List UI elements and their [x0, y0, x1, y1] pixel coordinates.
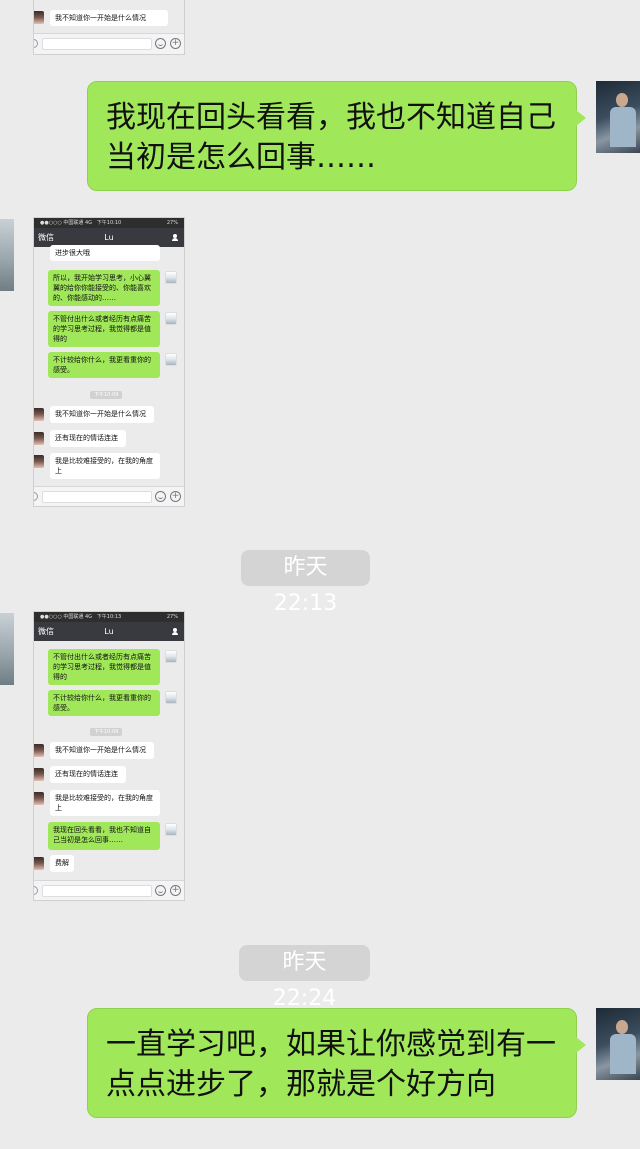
timestamp: 昨天 22:24 [239, 945, 370, 1011]
emoji-icon [155, 491, 166, 502]
received-message: 还有现在的情话连连 [50, 430, 126, 447]
my-avatar-small [165, 691, 177, 704]
sent-message: 所以，我开始学习思考，小心翼翼的给你你能接受的、你能喜欢的、你能感动的…… [48, 270, 160, 306]
contact-avatar-small [34, 768, 44, 781]
battery-level: 27% [166, 220, 178, 226]
my-avatar-small [165, 823, 177, 836]
contact-avatar-small [34, 744, 44, 757]
sent-message: 不计较给你什么，我更看重你的感受。 [48, 690, 160, 716]
emoji-icon [155, 885, 166, 896]
message-input [42, 38, 152, 50]
received-message: 我是比较难接受的，在我的角度上 [50, 790, 160, 816]
plus-icon: + [170, 491, 181, 502]
timestamp: 昨天 22:13 [241, 550, 370, 616]
received-message: 我不知道你一开始是什么情况 [50, 406, 154, 423]
plus-icon: + [170, 38, 181, 49]
voice-icon [34, 886, 38, 895]
status-bar: ●●○○○ 中国联通 4G 下午10:13 27% [34, 612, 184, 622]
embedded-screenshot-top: 我不知道你一开始是什么情况 + [33, 0, 185, 55]
received-message: 还有现在的情话连连 [50, 766, 126, 783]
my-avatar-small [165, 271, 177, 284]
contact-avatar-small [34, 455, 44, 468]
received-message: 费解 [50, 855, 74, 872]
contact-avatar[interactable] [0, 613, 14, 685]
contact-avatar[interactable] [0, 219, 14, 291]
status-bar: ●●○○○ 中国联通 4G 下午10:10 27% [34, 218, 184, 228]
sent-message: 一直学习吧，如果让你感觉到有一点点进步了，那就是个好方向 [87, 1008, 586, 1118]
sent-message: 不管付出什么或者经历有点痛苦的学习思考过程，我觉得都是值得的 [48, 649, 160, 685]
sent-message: 不计较给你什么，我更看重你的感受。 [48, 352, 160, 378]
battery-level: 27% [166, 614, 178, 620]
sent-message: 我现在回头看看，我也不知道自己当初是怎么回事…… [87, 81, 586, 191]
voice-icon [34, 492, 38, 501]
contact-avatar-small [34, 432, 44, 445]
received-message: 我不知道你一开始是什么情况 [50, 10, 168, 26]
status-time: 下午10:13 [96, 614, 122, 620]
contact-avatar-small [34, 408, 44, 421]
plus-icon: + [170, 885, 181, 896]
message-time: 下午10:09 [90, 391, 123, 399]
message-input [42, 491, 152, 503]
emoji-icon [155, 38, 166, 49]
sent-message: 不管付出什么或者经历有点痛苦的学习思考过程，我觉得都是值得的 [48, 311, 160, 347]
message-input [42, 885, 152, 897]
contact-avatar-small [34, 857, 44, 870]
person-icon [172, 234, 178, 241]
input-bar: + [34, 880, 184, 900]
nav-bar: 微信 Lu [34, 622, 184, 641]
my-avatar-small [165, 353, 177, 366]
input-bar: + [34, 33, 184, 54]
embedded-screenshot-1: ●●○○○ 中国联通 4G 下午10:10 27% 微信 Lu 进步很大哦 所以… [33, 217, 185, 507]
voice-icon [34, 39, 38, 48]
message-time: 下午10:09 [90, 728, 123, 736]
my-avatar[interactable] [596, 81, 640, 153]
received-message: 我不知道你一开始是什么情况 [50, 742, 154, 759]
sent-message: 我现在回头看看，我也不知道自己当初是怎么回事…… [48, 822, 160, 850]
contact-avatar [34, 11, 44, 24]
status-time: 下午10:10 [96, 220, 122, 226]
received-message: 进步很大哦 [50, 245, 160, 261]
person-icon [172, 628, 178, 635]
my-avatar[interactable] [596, 1008, 640, 1080]
my-avatar-small [165, 312, 177, 325]
input-bar: + [34, 486, 184, 506]
contact-avatar-small [34, 792, 44, 805]
chat-title: Lu [104, 627, 114, 636]
embedded-screenshot-2: ●●○○○ 中国联通 4G 下午10:13 27% 微信 Lu 不管付出什么或者… [33, 611, 185, 901]
my-avatar-small [165, 650, 177, 663]
received-message: 我是比较难接受的，在我的角度上 [50, 453, 160, 479]
